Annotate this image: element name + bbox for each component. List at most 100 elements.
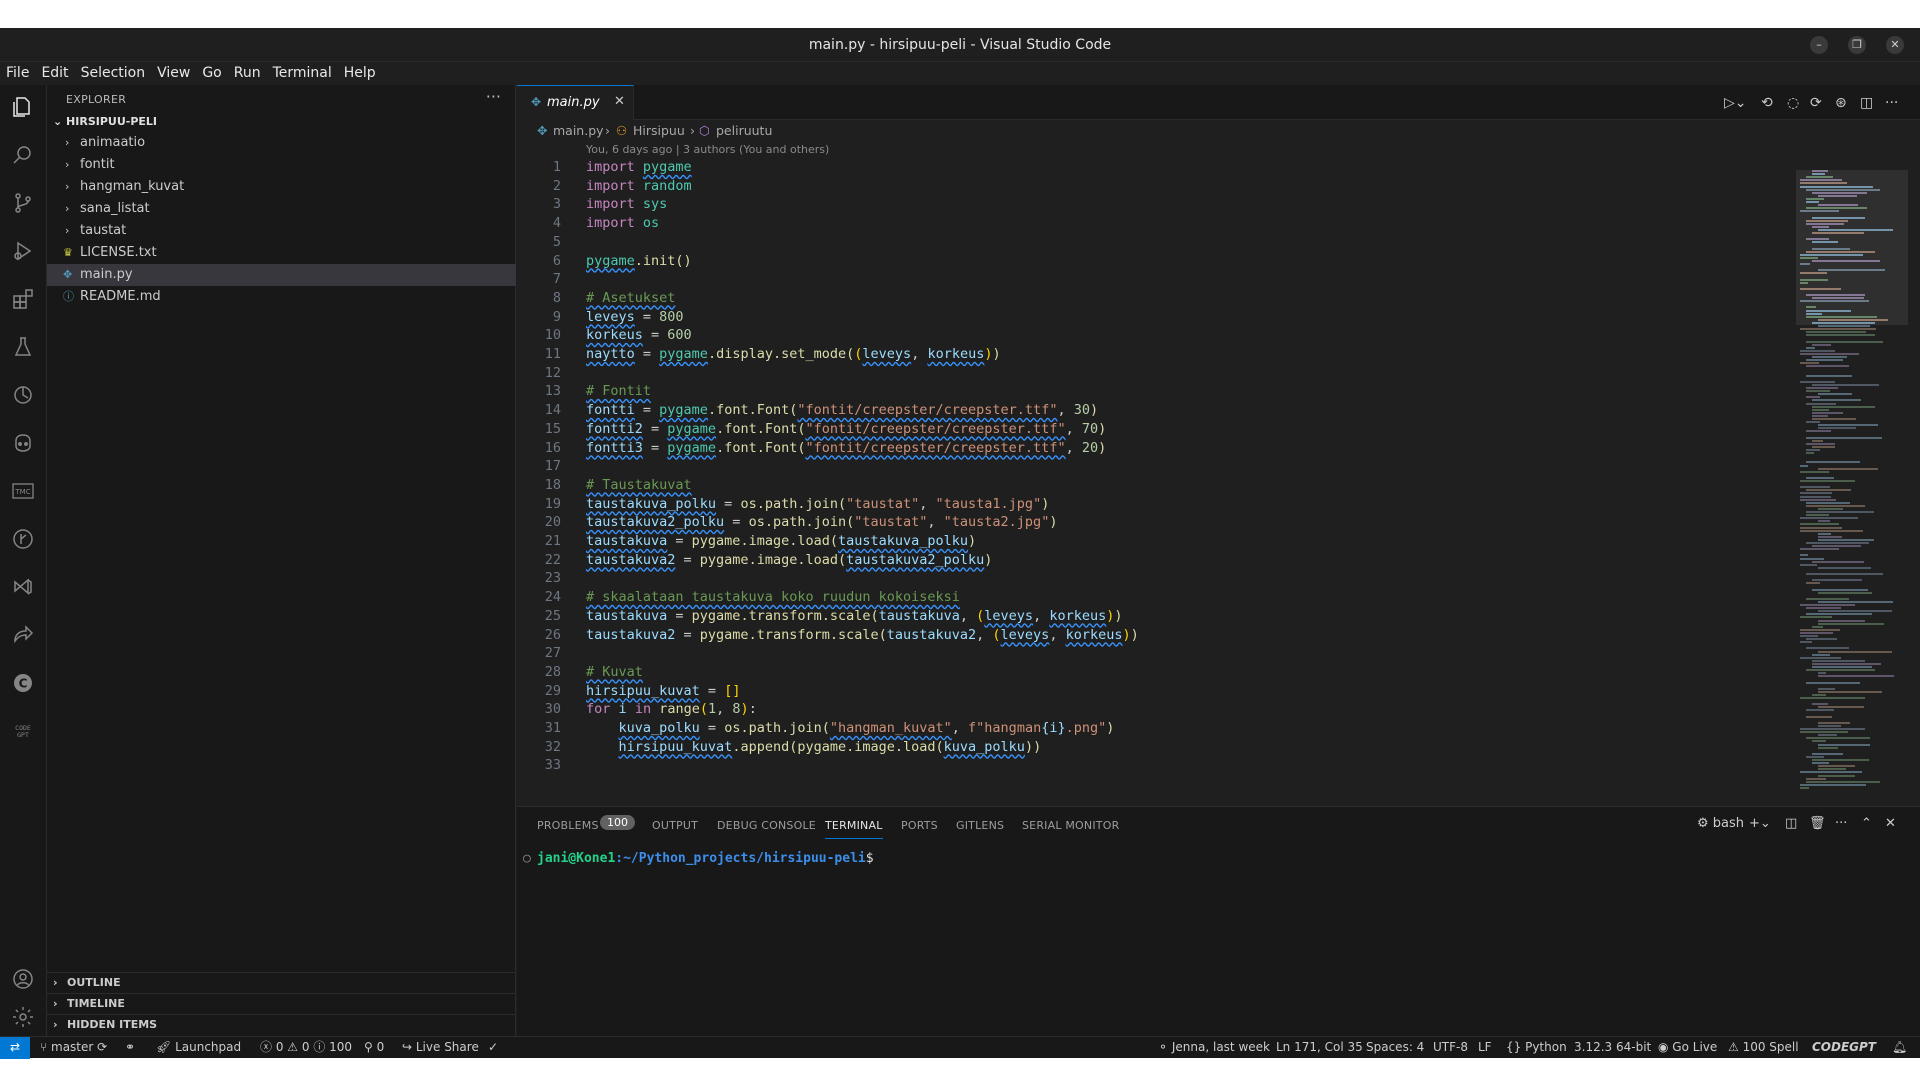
copilot-toggle-icon[interactable]: ⊛ — [1835, 95, 1847, 111]
tree-folder[interactable]: › taustat — [47, 220, 516, 242]
menu-go[interactable]: Go — [196, 62, 227, 84]
live-share-icon[interactable] — [11, 623, 35, 647]
minimap-line — [1806, 715, 1832, 718]
tree-folder[interactable]: › hangman_kuvat — [47, 176, 516, 198]
tree-file-active[interactable]: ✥ main.py — [47, 264, 516, 286]
spell-status[interactable]: ⚠ 100 Spell — [1728, 1037, 1799, 1058]
run-python-icon[interactable]: ▷⌄ — [1724, 95, 1747, 111]
split-editor-icon[interactable]: ◫ — [1860, 95, 1873, 111]
tree-file[interactable]: ♛ LICENSE.txt — [47, 242, 516, 264]
codegpt-status[interactable]: CODEGPT — [1812, 1037, 1876, 1058]
language-status[interactable]: {} Python — [1506, 1037, 1567, 1058]
menu-file[interactable]: File — [0, 62, 35, 84]
more-actions-icon[interactable]: ··· — [1835, 816, 1847, 831]
tab-debug-console[interactable]: DEBUG CONSOLE — [717, 819, 816, 832]
copilot-icon[interactable] — [11, 431, 35, 455]
code-gpt-icon[interactable]: CODE GPT — [11, 719, 35, 743]
tab-main-py[interactable]: ✥ main.py ✕ — [517, 85, 634, 120]
gitlens-circle-icon[interactable]: ◌ — [1787, 95, 1799, 111]
close-window-button[interactable]: ✕ — [1886, 36, 1904, 54]
menu-terminal[interactable]: Terminal — [267, 62, 338, 84]
explorer-files-icon[interactable] — [11, 95, 35, 119]
go-live-status[interactable]: ◉ Go Live — [1658, 1037, 1717, 1058]
live-share-status[interactable]: ↪ Live Share — [402, 1037, 479, 1058]
gitlens-graph-icon[interactable]: ⚭ — [125, 1037, 135, 1058]
menu-help[interactable]: Help — [338, 62, 382, 84]
indentation-status[interactable]: Spaces: 4 — [1366, 1037, 1424, 1058]
tree-folder[interactable]: › fontit — [47, 154, 516, 176]
breadcrumb-class[interactable]: Hirsipuu — [633, 120, 685, 142]
launchpad-status[interactable]: 🚀︎ Launchpad — [156, 1037, 241, 1058]
minimap-line — [1800, 557, 1824, 560]
eol-status[interactable]: LF — [1478, 1037, 1492, 1058]
window-title: main.py - hirsipuu-peli - Visual Studio … — [808, 37, 1112, 53]
gitlens-blame-annotation[interactable]: You, 6 days ago | 3 authors (You and oth… — [586, 143, 829, 156]
kill-terminal-icon[interactable]: 🗑 — [1809, 816, 1826, 831]
menu-edit[interactable]: Edit — [35, 62, 74, 84]
gitlens-previous-icon[interactable]: ⟲ — [1761, 95, 1773, 111]
menu-view[interactable]: View — [151, 62, 196, 84]
problems-status[interactable]: ⓧ 0 ⚠ 0 ⓘ 100 — [260, 1037, 352, 1058]
minimap-line — [1806, 331, 1866, 334]
maximize-panel-icon[interactable]: ⌃ — [1861, 816, 1872, 831]
run-debug-icon[interactable] — [11, 239, 35, 263]
extensions-icon[interactable] — [11, 287, 35, 311]
gitlens-icon[interactable] — [11, 527, 35, 551]
terminal-shell-selector[interactable]: ⚙ bash — [1697, 816, 1744, 831]
menu-selection[interactable]: Selection — [75, 62, 152, 84]
minimap-line — [1812, 191, 1867, 194]
codegpt-c-icon[interactable]: C — [11, 671, 35, 695]
new-terminal-icon[interactable]: +⌄ — [1749, 816, 1771, 831]
search-icon[interactable] — [11, 143, 35, 167]
minimap-line — [1806, 197, 1824, 200]
workspace-root[interactable]: ⌄ HIRSIPUU-PELI — [53, 115, 157, 128]
timeline-section[interactable]: › TIMELINE — [47, 993, 516, 1014]
breadcrumb: ✥ main.py › ⚇ Hirsipuu › ⬡ peliruutu — [517, 120, 1807, 142]
minimap[interactable] — [1796, 170, 1908, 806]
code-editor[interactable]: 1 import pygame 2 import random 3 import sy… — [517, 158, 1787, 806]
ports-status[interactable]: ⚲ 0 — [364, 1037, 384, 1058]
editor-scrollbar[interactable] — [1910, 170, 1918, 806]
gitlens-blame-status[interactable]: ⚬ Jenna, last week — [1158, 1037, 1270, 1058]
breadcrumb-file[interactable]: main.py — [553, 120, 604, 142]
tree-folder[interactable]: › animaatio — [47, 132, 516, 154]
restore-button[interactable]: ❐ — [1848, 36, 1866, 54]
cursor-position-status[interactable]: Ln 171, Col 35 — [1276, 1037, 1363, 1058]
hidden-items-section[interactable]: › HIDDEN ITEMS — [47, 1014, 516, 1035]
source-control-icon[interactable] — [11, 191, 35, 215]
encoding-status[interactable]: UTF-8 — [1433, 1037, 1468, 1058]
split-terminal-icon[interactable]: ◫ — [1785, 816, 1797, 831]
minimap-line — [1818, 706, 1864, 709]
tree-folder[interactable]: › sana_listat — [47, 198, 516, 220]
visual-studio-icon[interactable] — [11, 575, 35, 599]
tab-problems[interactable]: PROBLEMS — [537, 819, 599, 832]
tree-file[interactable]: ⓘ README.md — [47, 286, 516, 308]
settings-gear-icon[interactable] — [11, 1005, 35, 1029]
outline-section[interactable]: › OUTLINE — [47, 972, 516, 993]
interpreter-status[interactable]: 3.12.3 64-bit — [1574, 1037, 1651, 1058]
check-icon[interactable]: ✓ — [488, 1037, 498, 1058]
tab-output[interactable]: OUTPUT — [652, 819, 698, 832]
explorer-more-button[interactable]: ··· — [486, 87, 501, 106]
tmc-icon[interactable]: TMC — [11, 479, 35, 503]
branch-status[interactable]: ⑂ master ⟳ — [40, 1037, 107, 1058]
testing-flask-icon[interactable] — [11, 335, 35, 359]
minimize-button[interactable]: – — [1810, 36, 1828, 54]
minimap-line — [1818, 520, 1830, 523]
more-actions-icon[interactable]: ··· — [1885, 95, 1898, 111]
tab-ports[interactable]: PORTS — [901, 819, 938, 832]
sync-icon: ⟳ — [93, 1040, 108, 1054]
terminal-content[interactable]: ○ jani@Kone1:~/Python_projects/hirsipuu-p… — [523, 851, 874, 866]
accounts-icon[interactable] — [11, 967, 35, 991]
breadcrumb-method[interactable]: peliruutu — [716, 120, 772, 142]
menu-run[interactable]: Run — [228, 62, 267, 84]
gitlens-next-icon[interactable]: ⟳ — [1810, 95, 1822, 111]
notifications-bell-icon[interactable]: 🔔︎ — [1892, 1037, 1907, 1058]
close-panel-icon[interactable]: ✕ — [1885, 816, 1896, 831]
tab-close-icon[interactable]: ✕ — [614, 94, 625, 109]
tab-serial-monitor[interactable]: SERIAL MONITOR — [1022, 819, 1119, 832]
tab-terminal[interactable]: TERMINAL — [825, 819, 883, 839]
remote-icon[interactable]: ⇄ — [0, 1037, 30, 1059]
tab-gitlens[interactable]: GITLENS — [956, 819, 1004, 832]
remote-explorer-icon[interactable] — [11, 383, 35, 407]
